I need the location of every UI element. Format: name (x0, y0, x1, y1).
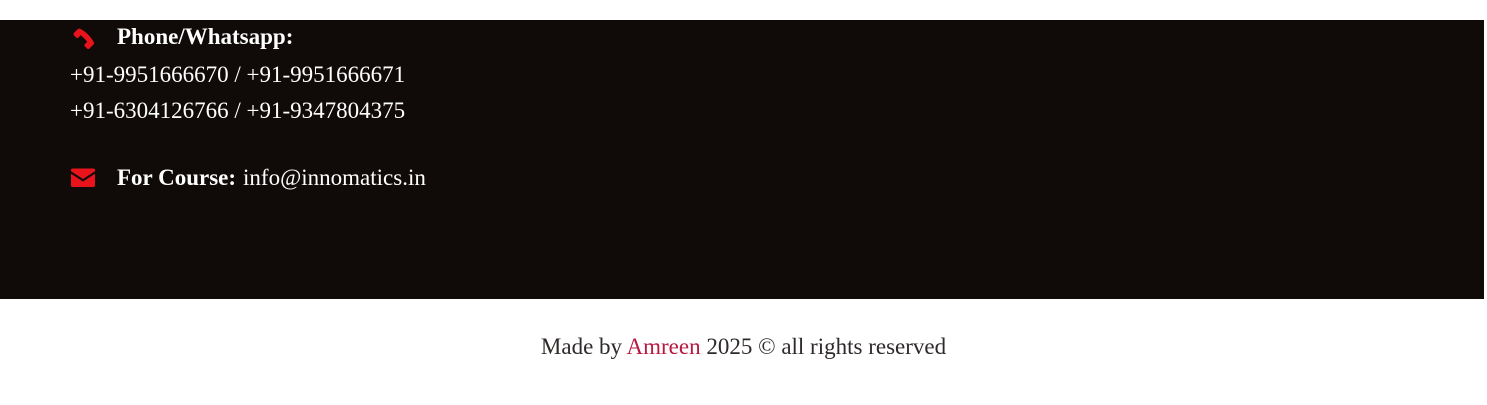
phone-heading: Phone/Whatsapp: (117, 24, 294, 49)
phone-heading-row: Phone/Whatsapp: (70, 24, 293, 50)
course-heading: For Course: (117, 165, 237, 190)
phone-numbers-text: +91-9951666670 / +91-9951666671 (70, 62, 406, 87)
phone-numbers-text: +91-6304126766 / +91-9347804375 (70, 98, 406, 123)
footer-suffix: 2025 © all rights reserved (706, 334, 947, 359)
phone-icon (70, 25, 96, 50)
author-link[interactable]: Amreen (627, 334, 701, 359)
footer-prefix: Made by (540, 334, 623, 359)
envelope-icon (70, 166, 96, 190)
course-email-row: For Course: info@innomatics.in (70, 165, 426, 191)
footer-credit: Made by Amreen 2025 © all rights reserve… (0, 334, 1487, 360)
contact-panel: Phone/Whatsapp: +91-9951666670 / +91-995… (0, 20, 1484, 299)
phone-numbers-line-2: +91-6304126766 / +91-9347804375 (70, 98, 405, 124)
phone-numbers-line-1: +91-9951666670 / +91-9951666671 (70, 62, 405, 88)
course-email-link[interactable]: info@innomatics.in (243, 165, 426, 191)
